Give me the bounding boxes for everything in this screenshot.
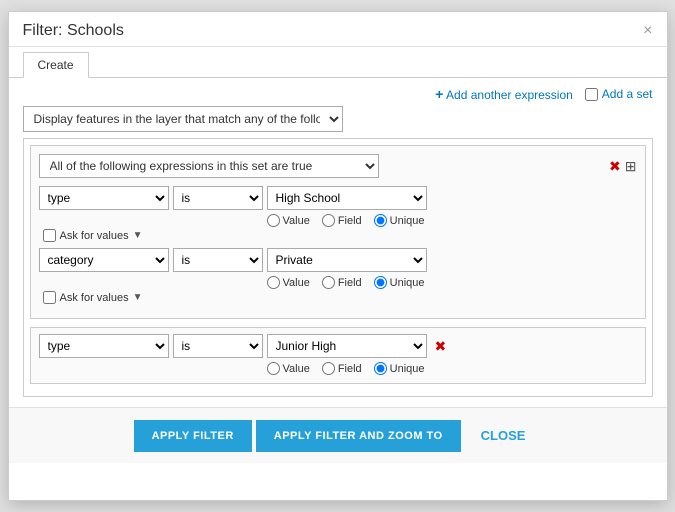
toolbar: + Add another expression Add a set xyxy=(9,78,667,106)
ask-row-1-1: Ask for values ▼ xyxy=(43,229,637,242)
tab-bar: Create xyxy=(9,51,667,78)
expression-set-1: All of the following expressions in this… xyxy=(30,145,646,319)
expr-op-1-1[interactable]: is is not xyxy=(173,186,263,210)
expr-val-1-1[interactable]: High School xyxy=(267,186,427,210)
radio-field-label-1-2[interactable]: Field xyxy=(322,276,362,289)
add-to-set-icon[interactable]: ⊞ xyxy=(625,158,637,175)
radio-unique-standalone[interactable] xyxy=(374,362,387,375)
radio-unique-label-1-1[interactable]: Unique xyxy=(374,214,425,227)
plus-icon: + xyxy=(435,86,443,102)
radio-value-1-2[interactable] xyxy=(267,276,280,289)
radio-value-label-standalone[interactable]: Value xyxy=(267,362,310,375)
expr-op-standalone[interactable]: is is not xyxy=(173,334,263,358)
expr-val-1-2[interactable]: Private xyxy=(267,248,427,272)
ask-values-chevron-1-2[interactable]: ▼ xyxy=(133,292,143,303)
radio-row-1-1: Value Field Unique xyxy=(267,214,637,227)
radio-field-1-2[interactable] xyxy=(322,276,335,289)
radio-unique-1-2[interactable] xyxy=(374,276,387,289)
filter-dialog: Filter: Schools × Create + Add another e… xyxy=(8,11,668,501)
expr-row-1-2: category is is not Private xyxy=(39,248,637,272)
radio-field-standalone[interactable] xyxy=(322,362,335,375)
radio-field-label-1-1[interactable]: Field xyxy=(322,214,362,227)
radio-value-standalone[interactable] xyxy=(267,362,280,375)
add-set-label[interactable]: Add a set xyxy=(602,87,653,101)
set-header-1: All of the following expressions in this… xyxy=(39,154,637,178)
set-icons-1: ✖ ⊞ xyxy=(609,158,636,175)
radio-value-label-1-2[interactable]: Value xyxy=(267,276,310,289)
radio-unique-label-1-2[interactable]: Unique xyxy=(374,276,425,289)
expr-field-1-1[interactable]: type xyxy=(39,186,169,210)
remove-standalone-icon[interactable]: ✖ xyxy=(435,338,447,355)
ask-values-checkbox-1-1[interactable] xyxy=(43,229,56,242)
ask-values-chevron-1-1[interactable]: ▼ xyxy=(133,230,143,241)
radio-row-standalone: Value Field Unique xyxy=(267,362,637,375)
radio-value-1-1[interactable] xyxy=(267,214,280,227)
radio-unique-label-standalone[interactable]: Unique xyxy=(374,362,425,375)
scrollable-area[interactable]: All of the following expressions in this… xyxy=(23,138,653,397)
main-content: Display features in the layer that match… xyxy=(9,106,667,407)
expr-row-standalone: type is is not Junior High ✖ xyxy=(39,334,637,358)
expr-val-standalone[interactable]: Junior High xyxy=(267,334,427,358)
radio-field-label-standalone[interactable]: Field xyxy=(322,362,362,375)
set-title-select-1[interactable]: All of the following expressions in this… xyxy=(39,154,379,178)
ask-values-label-1-1: Ask for values xyxy=(60,230,129,242)
add-set-checkbox[interactable] xyxy=(585,88,598,101)
single-expr-set: type is is not Junior High ✖ Value xyxy=(30,327,646,384)
dialog-close-x[interactable]: × xyxy=(643,23,652,39)
ask-values-label-1-2: Ask for values xyxy=(60,292,129,304)
ask-values-checkbox-1-2[interactable] xyxy=(43,291,56,304)
remove-set-icon[interactable]: ✖ xyxy=(609,158,621,175)
expr-field-standalone[interactable]: type xyxy=(39,334,169,358)
footer: APPLY FILTER APPLY FILTER AND ZOOM TO CL… xyxy=(9,407,667,463)
radio-row-1-2: Value Field Unique xyxy=(267,276,637,289)
expr-field-1-2[interactable]: category xyxy=(39,248,169,272)
apply-filter-button[interactable]: APPLY FILTER xyxy=(134,420,252,452)
radio-unique-1-1[interactable] xyxy=(374,214,387,227)
expr-op-1-2[interactable]: is is not xyxy=(173,248,263,272)
add-set-wrap: Add a set xyxy=(585,87,653,101)
radio-field-1-1[interactable] xyxy=(322,214,335,227)
radio-value-label-1-1[interactable]: Value xyxy=(267,214,310,227)
close-button[interactable]: CLOSE xyxy=(465,418,542,453)
apply-filter-zoom-button[interactable]: APPLY FILTER AND ZOOM TO xyxy=(256,420,461,452)
ask-row-1-2: Ask for values ▼ xyxy=(43,291,637,304)
tab-create[interactable]: Create xyxy=(23,52,89,78)
expr-row-1-1: type is is not High School xyxy=(39,186,637,210)
match-row: Display features in the layer that match… xyxy=(23,106,653,132)
dialog-header: Filter: Schools × xyxy=(9,12,667,47)
dialog-title: Filter: Schools xyxy=(23,22,124,40)
add-expression-link[interactable]: + Add another expression xyxy=(435,86,573,102)
match-dropdown[interactable]: Display features in the layer that match… xyxy=(23,106,343,132)
